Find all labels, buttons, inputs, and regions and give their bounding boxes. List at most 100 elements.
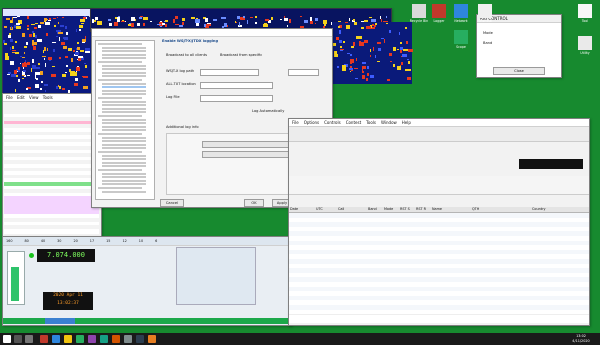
secondary-menu-contest[interactable]: Contest (346, 120, 361, 125)
tree-item[interactable] (102, 50, 146, 53)
tree-item[interactable] (102, 125, 146, 128)
column-header-rst-s[interactable]: RST S (399, 207, 416, 212)
column-header-call[interactable]: Call (337, 207, 368, 212)
column-header-date[interactable]: Date (289, 207, 316, 212)
tree-item[interactable] (102, 129, 146, 132)
menu-view[interactable]: View (29, 95, 39, 100)
tree-item[interactable] (98, 43, 142, 45)
column-header-name[interactable]: Name (431, 207, 472, 212)
radio-broadcast-all[interactable]: Broadcast to all clients (166, 53, 207, 58)
tree-item[interactable] (102, 147, 146, 150)
column-header-mode[interactable]: Mode (383, 207, 400, 212)
auto-log-checkbox[interactable]: Log Automatically (252, 109, 284, 114)
tree-item[interactable] (102, 68, 146, 71)
secondary-menu-controls[interactable]: Controls (324, 120, 341, 125)
menu-edit[interactable]: Edit (17, 95, 25, 100)
tree-item[interactable] (102, 107, 146, 110)
band-tab-20[interactable]: 20 (73, 238, 77, 245)
app-icon-4[interactable] (76, 335, 84, 343)
log-file-field[interactable] (200, 95, 273, 102)
overlay-close-button[interactable]: Close (493, 67, 545, 75)
waterfall-display[interactable] (3, 16, 91, 94)
desktop-icon[interactable] (454, 30, 468, 44)
band-tab-30[interactable]: 30 (57, 238, 61, 245)
band-tab-160[interactable]: 160 (6, 238, 12, 245)
desktop-icon[interactable] (578, 4, 592, 18)
tree-item[interactable] (102, 118, 146, 121)
overlay-window[interactable]: RIG CONTROL Mode Band Close (476, 14, 562, 78)
tree-item[interactable] (102, 136, 146, 139)
tree-item[interactable] (102, 111, 146, 114)
tree-item[interactable] (102, 86, 146, 89)
start-icon[interactable] (3, 335, 11, 343)
secondary-menu-window[interactable]: Window (381, 120, 397, 125)
band-tab-15[interactable]: 15 (106, 238, 110, 245)
settings-tree[interactable] (95, 40, 155, 200)
cancel-button[interactable]: Cancel (160, 199, 184, 207)
tree-item[interactable] (102, 183, 146, 186)
desktop-icon[interactable] (412, 4, 426, 18)
secondary-menu-tools[interactable]: Tools (366, 120, 376, 125)
table-row[interactable] (289, 309, 589, 316)
tree-item[interactable] (102, 190, 146, 193)
app-icon-2[interactable] (52, 335, 60, 343)
log-port-field[interactable] (288, 69, 319, 76)
logger-window[interactable]: File Edit View Tools (2, 93, 102, 237)
radio-broadcast-specific[interactable]: Broadcast from specific (220, 53, 262, 58)
tree-item[interactable] (102, 71, 146, 74)
band-tab-17[interactable]: 17 (90, 238, 94, 245)
tree-item[interactable] (102, 179, 146, 182)
tree-item[interactable] (98, 151, 142, 153)
desktop-icon[interactable] (454, 4, 468, 18)
tree-item[interactable] (102, 143, 146, 146)
band-tab-10[interactable]: 10 (139, 238, 143, 245)
column-header-country[interactable]: Country (531, 207, 590, 212)
secondary-table[interactable] (289, 213, 589, 323)
band-tab-6[interactable]: 6 (155, 238, 157, 245)
tree-item[interactable] (102, 104, 146, 107)
right-waterfall-display[interactable] (332, 22, 413, 84)
band-tab-80[interactable]: 80 (24, 238, 28, 245)
tree-item[interactable] (102, 161, 146, 164)
log-path-field[interactable] (200, 69, 259, 76)
tree-item[interactable] (102, 176, 146, 179)
desktop-icon[interactable] (432, 4, 446, 18)
tree-item[interactable] (98, 187, 142, 189)
secondary-menu-options[interactable]: Options (304, 120, 319, 125)
app-icon-3[interactable] (64, 335, 72, 343)
ok-button[interactable]: OK (244, 199, 264, 207)
app-icon-9[interactable] (136, 335, 144, 343)
rig-control-window[interactable]: 160 80 40 30 20 17 15 12 10 6 7.074.000 2020 Apr … (2, 236, 292, 326)
tree-item[interactable] (102, 57, 146, 60)
desktop-icon[interactable] (478, 4, 492, 18)
secondary-menu-help[interactable]: Help (402, 120, 411, 125)
tree-item[interactable] (98, 97, 142, 99)
desktop-icon[interactable] (578, 36, 592, 50)
tree-item[interactable] (102, 154, 146, 157)
app-icon-1[interactable] (40, 335, 48, 343)
tree-item[interactable] (102, 158, 146, 161)
tree-item[interactable] (98, 79, 142, 81)
app-icon-7[interactable] (112, 335, 120, 343)
tree-item[interactable] (102, 89, 146, 92)
secondary-log-window[interactable]: File Options Controls Contest Tools Window Hel… (288, 118, 590, 326)
app-icon-10[interactable] (148, 335, 156, 343)
menu-file[interactable]: File (6, 95, 13, 100)
tree-item[interactable] (98, 61, 142, 63)
tree-item[interactable] (102, 122, 146, 125)
tree-item[interactable] (102, 46, 146, 49)
all-txt-field[interactable] (200, 82, 273, 89)
column-header-qth[interactable]: QTH (471, 207, 532, 212)
tree-item[interactable] (98, 133, 142, 135)
taskbar-clock[interactable]: 13:02 4/11/2020 (566, 334, 596, 344)
tree-item[interactable] (102, 53, 146, 56)
app-icon-5[interactable] (88, 335, 96, 343)
table-row[interactable] (4, 228, 99, 233)
tree-item[interactable] (102, 100, 146, 103)
tree-item[interactable] (98, 115, 142, 117)
band-tab-12[interactable]: 12 (122, 238, 126, 245)
tree-item[interactable] (102, 82, 146, 85)
tree-item[interactable] (102, 93, 146, 96)
tree-item[interactable] (102, 64, 146, 67)
tree-item[interactable] (102, 165, 146, 168)
